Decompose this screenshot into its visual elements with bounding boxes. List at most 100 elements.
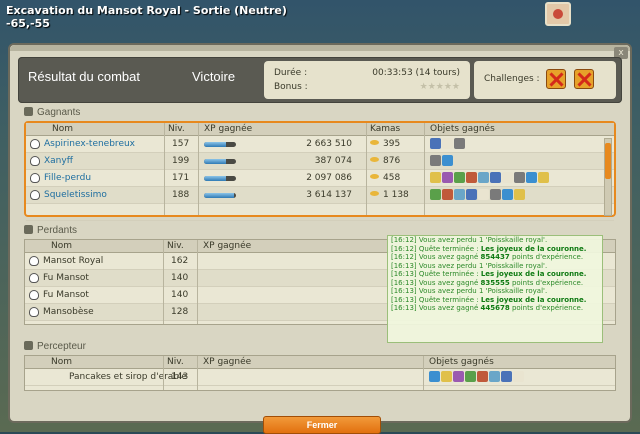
chat-line: [16:12] Vous avez gagné 854437 points d'…: [388, 253, 602, 262]
combat-info-box: Durée : 00:33:53 (14 tours) Bonus : ★★★★…: [264, 61, 470, 99]
item-icon[interactable]: [490, 189, 501, 200]
challenges-label: Challenges :: [484, 74, 540, 84]
chat-line: [16:13] Vous avez gagné 445678 points d'…: [388, 304, 602, 313]
item-icon[interactable]: [501, 371, 512, 382]
chat-text: Vous avez perdu 1 'Poisskaille royal'.: [418, 261, 548, 270]
item-icon[interactable]: [442, 138, 453, 149]
col-items: Objets gagnés: [430, 124, 495, 134]
skull-icon: [30, 190, 40, 200]
item-icon[interactable]: [430, 189, 441, 200]
item-icon[interactable]: [441, 371, 452, 382]
item-icon[interactable]: [526, 172, 537, 183]
collector-section: Percepteur Nom Niv. XP gagnée Objets gag…: [18, 341, 622, 401]
item-icon[interactable]: [454, 172, 465, 183]
player-level: 199: [172, 156, 190, 166]
item-icon[interactable]: [489, 371, 500, 382]
skull-icon: [29, 273, 39, 283]
item-icon[interactable]: [538, 172, 549, 183]
window-title-bar[interactable]: [10, 45, 630, 51]
item-icon[interactable]: [490, 172, 501, 183]
failed-challenge-icon[interactable]: [574, 69, 594, 89]
chat-highlight: 445678: [480, 304, 510, 312]
chat-time: [16:12]: [391, 244, 417, 253]
failed-challenge-icon[interactable]: [546, 69, 566, 89]
item-icon[interactable]: [430, 138, 441, 149]
player-level: 171: [172, 173, 190, 183]
item-icon[interactable]: [513, 371, 524, 382]
col-kamas: Kamas: [370, 124, 401, 134]
item-icon[interactable]: [454, 138, 465, 149]
chat-text: Quête terminée :: [418, 270, 481, 278]
player-level: 140: [171, 273, 189, 283]
item-icon[interactable]: [454, 189, 465, 200]
character-portrait-icon[interactable]: [545, 2, 571, 26]
player-name: Aspirinex-tenebreux: [44, 139, 136, 149]
col-items: Objets gagnés: [429, 357, 494, 367]
chat-highlight: Les joyeux de la couronne.: [480, 295, 587, 304]
winners-section: Gagnants Nom Niv. XP gagnée Kamas Objets…: [18, 107, 622, 223]
item-icon[interactable]: [429, 371, 440, 382]
xp-gained: 2 663 510: [306, 139, 352, 149]
col-name: Nom: [51, 241, 73, 251]
chat-log[interactable]: [16:12] Vous avez perdu 1 'Poisskaille r…: [387, 235, 603, 343]
won-items: [430, 172, 550, 184]
kamas-value: 1 138: [383, 190, 409, 200]
item-icon[interactable]: [442, 172, 453, 183]
close-button[interactable]: Fermer: [263, 416, 381, 434]
chat-highlight: Les joyeux de la couronne.: [480, 244, 587, 253]
table-row[interactable]: Pancakes et sirop d'erable 143: [25, 369, 615, 386]
table-header: Nom Niv. XP gagnée Kamas Objets gagnés: [26, 123, 614, 136]
duration-value: 00:33:53 (14 tours): [372, 68, 460, 78]
table-row[interactable]: Fille-perdu 171 2 097 086 458: [26, 170, 614, 187]
item-icon[interactable]: [442, 189, 453, 200]
won-items: [430, 138, 466, 150]
xp-progress-bar: [204, 176, 236, 181]
item-icon[interactable]: [502, 172, 513, 183]
kamas-cell: 395: [370, 139, 400, 149]
xp-gained: 387 074: [314, 156, 352, 166]
item-icon[interactable]: [478, 189, 489, 200]
skull-icon: [29, 290, 39, 300]
item-icon[interactable]: [442, 155, 453, 166]
won-items: [429, 371, 525, 383]
chat-line: [16:13] Vous avez perdu 1 'Poisskaille r…: [388, 287, 602, 296]
scroll-thumb[interactable]: [605, 143, 611, 179]
item-icon[interactable]: [430, 155, 441, 166]
map-title: Excavation du Mansot Royal - Sortie (Neu…: [6, 4, 287, 30]
item-icon[interactable]: [502, 189, 513, 200]
chat-text: points d'expérience.: [509, 304, 584, 312]
chat-line: [16:13] Quête terminée : Les joyeux de l…: [388, 296, 602, 305]
chat-time: [16:13]: [391, 270, 417, 278]
item-icon[interactable]: [466, 172, 477, 183]
empty-row: [26, 204, 614, 221]
chat-time: [16:13]: [391, 261, 417, 270]
player-level: 128: [171, 307, 189, 317]
collector-table: Nom Niv. XP gagnée Objets gagnés Pancake…: [24, 355, 616, 391]
player-name: Fu Mansot: [43, 273, 89, 283]
player-name: Xanyff: [44, 156, 73, 166]
result-header: Résultat du combat Victoire Durée : 00:3…: [18, 57, 622, 103]
won-items: [430, 155, 454, 167]
table-row[interactable]: Aspirinex-tenebreux 157 2 663 510 395: [26, 136, 614, 153]
item-icon[interactable]: [514, 172, 525, 183]
table-row[interactable]: Squeletissimo 188 3 614 137 1 138: [26, 187, 614, 204]
item-icon[interactable]: [430, 172, 441, 183]
col-name: Nom: [51, 357, 73, 367]
item-icon[interactable]: [477, 371, 488, 382]
bonus-label: Bonus :: [274, 82, 308, 92]
chat-time: [16:13]: [391, 304, 417, 312]
chat-text: Vous avez perdu 1 'Poisskaille royal'.: [418, 287, 548, 295]
item-icon[interactable]: [478, 172, 489, 183]
table-row[interactable]: Xanyff 199 387 074 876: [26, 153, 614, 170]
winners-scrollbar[interactable]: [604, 138, 612, 216]
skull-icon: [29, 256, 39, 266]
item-icon[interactable]: [453, 371, 464, 382]
skull-icon: [30, 139, 40, 149]
combat-outcome: Victoire: [192, 69, 236, 84]
item-icon[interactable]: [466, 189, 477, 200]
collector-label: Percepteur: [37, 341, 86, 352]
result-title: Résultat du combat: [28, 69, 141, 84]
chat-text: Quête terminée :: [418, 295, 481, 304]
item-icon[interactable]: [465, 371, 476, 382]
item-icon[interactable]: [514, 189, 525, 200]
